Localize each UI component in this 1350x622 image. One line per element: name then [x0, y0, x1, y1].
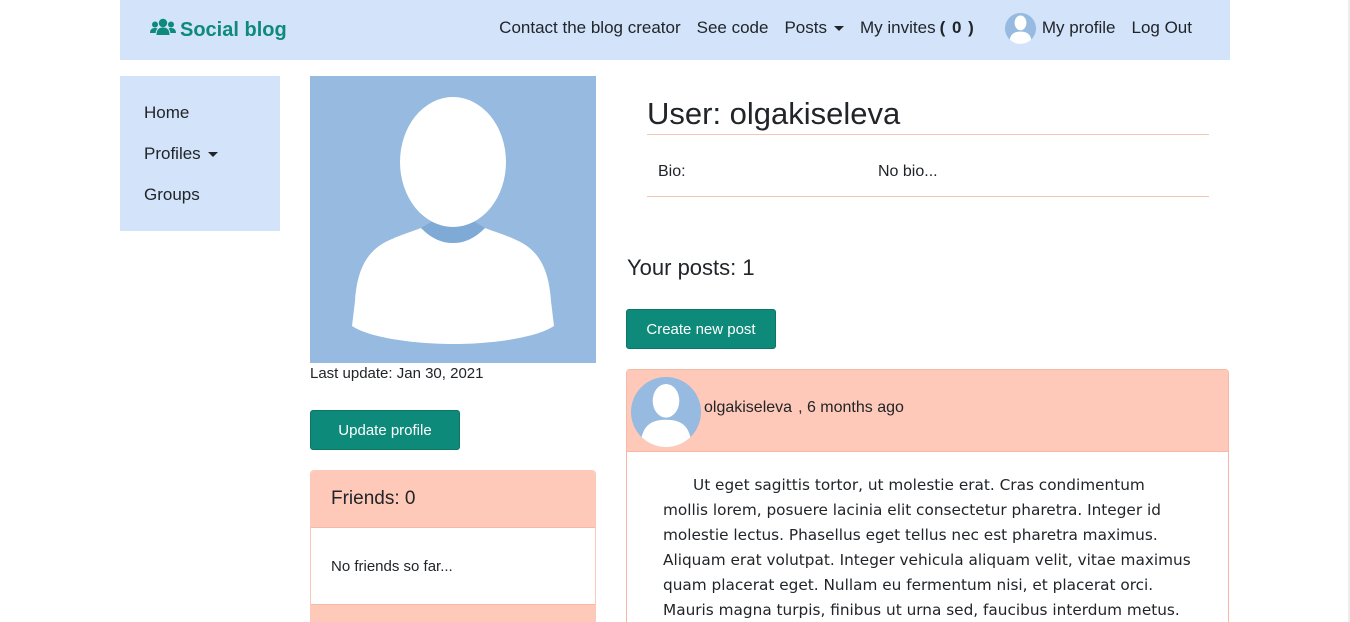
- post-timestamp: , 6 months ago: [798, 399, 904, 416]
- last-update-text: Last update: Jan 30, 2021: [310, 365, 484, 382]
- users-icon: [150, 18, 180, 42]
- nav-contact-link[interactable]: Contact the blog creator: [499, 18, 680, 38]
- top-navbar: Social blog Contact the blog creator See…: [120, 0, 1230, 60]
- sidebar: Home Profiles Groups: [120, 76, 280, 231]
- caret-down-icon: [207, 151, 218, 157]
- nav-links: Contact the blog creator See code Posts …: [499, 0, 1192, 56]
- post-meta: olgakiseleva , 6 months ago: [704, 399, 904, 417]
- bio-value: No bio...: [878, 163, 938, 180]
- brand-label: Social blog: [180, 18, 287, 41]
- friends-empty-text: No friends so far...: [311, 528, 595, 604]
- avatar: [631, 377, 701, 447]
- nav-posts-dropdown[interactable]: Posts: [784, 18, 844, 38]
- sidebar-item-label: Groups: [144, 185, 200, 204]
- post-header: olgakiseleva , 6 months ago: [627, 370, 1228, 452]
- caret-down-icon: [834, 25, 844, 31]
- invites-count-badge: ( 0 ): [939, 18, 975, 37]
- nav-posts-label: Posts: [784, 18, 827, 37]
- nav-invites-label: My invites: [860, 18, 936, 37]
- profile-picture: [310, 76, 596, 363]
- brand-link[interactable]: Social blog: [150, 17, 287, 43]
- nav-invites-link[interactable]: My invites ( 0 ): [860, 18, 975, 38]
- user-silhouette-icon: [640, 384, 692, 447]
- sidebar-item-label: Home: [144, 103, 190, 122]
- sidebar-item-profiles[interactable]: Profiles: [144, 144, 218, 164]
- nav-logout-link[interactable]: Log Out: [1132, 18, 1193, 38]
- avatar: [1004, 12, 1036, 44]
- bio-row: Bio: No bio...: [647, 135, 1209, 197]
- posts-count-heading: Your posts: 1: [627, 255, 755, 280]
- bio-label: Bio:: [658, 163, 686, 180]
- post-body: Ut eget sagittis tortor, ut molestie era…: [663, 476, 1191, 619]
- friends-header: Friends: 0: [311, 471, 595, 528]
- create-post-button[interactable]: Create new post: [626, 309, 776, 349]
- friends-card: Friends: 0 No friends so far...: [310, 470, 596, 622]
- sidebar-item-home[interactable]: Home: [144, 103, 189, 123]
- user-silhouette-icon: [352, 97, 554, 344]
- friends-footer: [311, 604, 595, 622]
- nav-profile-label: My profile: [1041, 18, 1116, 37]
- post-author-link[interactable]: olgakiseleva: [704, 399, 792, 416]
- nav-see-code-link[interactable]: See code: [697, 18, 769, 38]
- sidebar-item-groups[interactable]: Groups: [144, 185, 200, 205]
- post-card: olgakiseleva , 6 months ago Ut eget sagit…: [626, 369, 1229, 622]
- nav-profile-link[interactable]: My profile: [1004, 12, 1116, 44]
- page-title: User: olgakiseleva: [647, 96, 1209, 135]
- user-silhouette-icon: [1009, 14, 1032, 44]
- update-profile-button[interactable]: Update profile: [310, 410, 460, 450]
- sidebar-item-label: Profiles: [144, 144, 201, 163]
